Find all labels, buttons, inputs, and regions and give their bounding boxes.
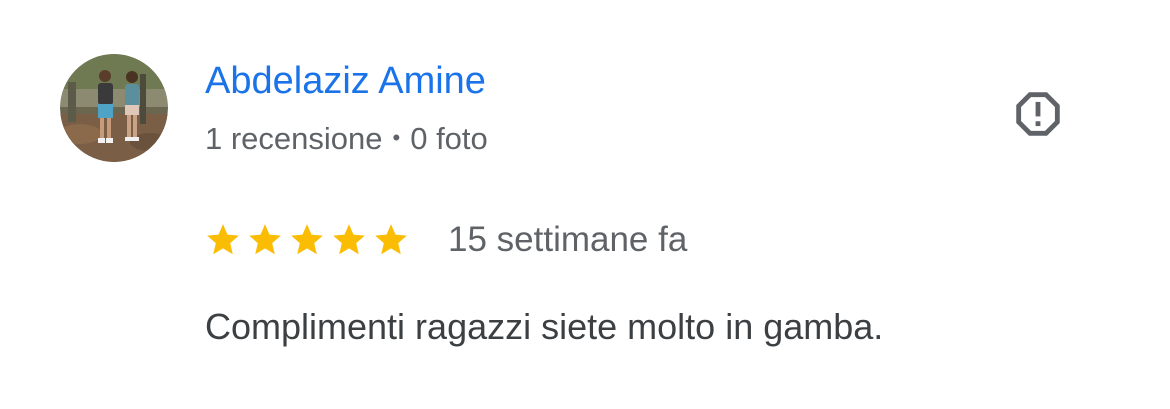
- photo-count: 0 foto: [410, 121, 488, 156]
- review-card: Abdelaziz Amine 1 recensione • 0 foto 15 s…: [0, 0, 1170, 409]
- author-meta: 1 recensione • 0 foto: [205, 117, 488, 160]
- avatar[interactable]: [60, 54, 168, 162]
- report-icon: [1016, 92, 1060, 136]
- author-name-link[interactable]: Abdelaziz Amine: [205, 56, 486, 106]
- report-review-button[interactable]: [1004, 80, 1072, 148]
- review-count: 1 recensione: [205, 121, 383, 156]
- star-icon: [333, 224, 365, 255]
- review-date: 15 settimane fa: [448, 220, 688, 259]
- meta-separator: •: [392, 125, 401, 150]
- star-rating: [204, 221, 410, 259]
- star-icon: [249, 224, 281, 255]
- review-text: Complimenti ragazzi siete molto in gamba…: [205, 306, 884, 347]
- star-icon: [207, 224, 239, 255]
- rating-row: 15 settimane fa: [204, 214, 687, 266]
- star-icon: [375, 224, 407, 255]
- star-icon: [291, 224, 323, 255]
